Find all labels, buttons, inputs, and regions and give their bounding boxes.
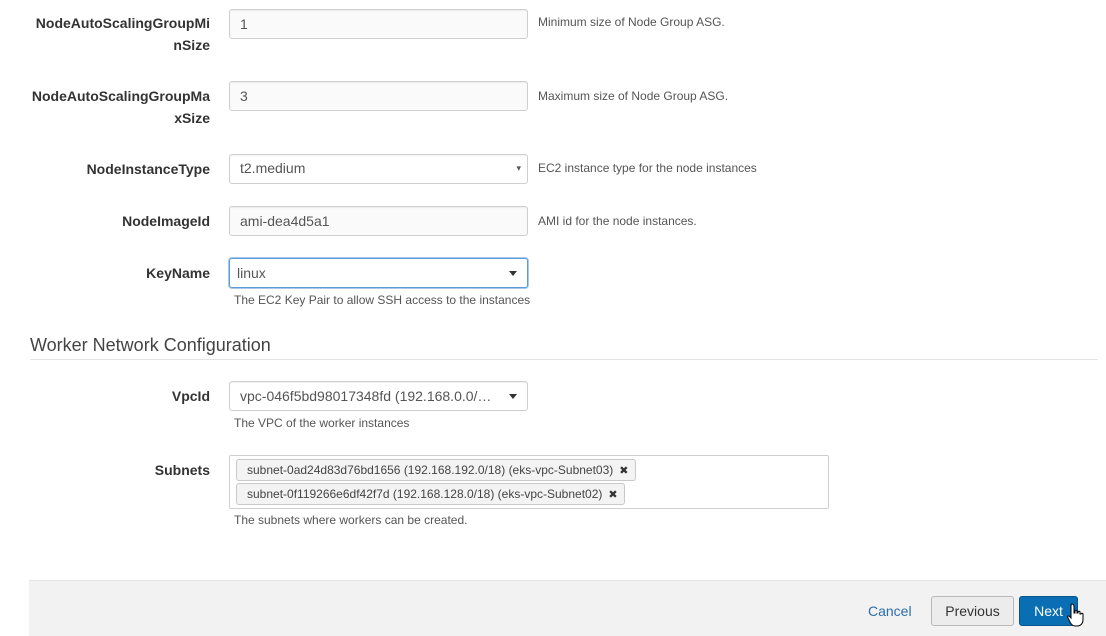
section-title: Worker Network Configuration [30,335,271,355]
vpc-id-select[interactable]: vpc-046f5bd98017348fd (192.168.0.0/1… [229,381,528,411]
field-label-asg-min: NodeAutoScalingGroupMi nSize [10,12,210,56]
field-label-instance-type: NodeInstanceType [86,161,210,177]
field-label-image-id: NodeImageId [122,213,210,229]
section-divider [30,359,1098,360]
subnets-multiselect[interactable]: subnet-0ad24d83d76bd1656 (192.168.192.0/… [229,455,829,509]
instance-type-description: EC2 instance type for the node instances [538,161,757,175]
cancel-link[interactable]: Cancel [868,602,912,620]
hand-cursor-icon [1067,603,1084,627]
input-value: ami-dea4d5a1 [240,213,330,229]
asg-max-size-input[interactable]: 3 [229,81,528,111]
field-label-key-name: KeyName [146,265,210,281]
subnet-tag: subnet-0ad24d83d76bd1656 (192.168.192.0/… [236,459,636,481]
asg-min-size-description: Minimum size of Node Group ASG. [538,15,725,29]
image-id-description: AMI id for the node instances. [538,214,697,228]
field-label-line: xSize [174,110,210,126]
select-value: vpc-046f5bd98017348fd (192.168.0.0/1… [240,388,495,404]
dropdown-caret-icon [509,394,517,399]
input-value: 3 [240,88,248,104]
key-name-description: The EC2 Key Pair to allow SSH access to … [234,293,531,307]
remove-tag-icon[interactable]: ✖ [608,489,617,501]
dropdown-caret-icon [509,271,517,276]
field-label-vpc-id: VpcId [171,388,210,404]
select-value: linux [237,265,266,281]
asg-min-size-input[interactable]: 1 [229,9,528,39]
field-label-asg-max: NodeAutoScalingGroupMa xSize [10,85,210,129]
field-label-line: nSize [173,37,210,53]
previous-button[interactable]: Previous [931,596,1014,626]
dropdown-caret-icon: ▾ [516,163,521,173]
field-label-line: NodeAutoScalingGroupMa [31,88,210,104]
asg-max-size-description: Maximum size of Node Group ASG. [538,89,729,103]
instance-type-select[interactable]: t2.medium ▾ [229,154,528,184]
field-label-subnets: Subnets [154,462,210,478]
image-id-input[interactable]: ami-dea4d5a1 [229,206,528,236]
key-name-select[interactable]: linux [229,258,528,288]
remove-tag-icon[interactable]: ✖ [619,465,628,477]
vpc-id-description: The VPC of the worker instances [234,416,410,430]
subnet-tag-label: subnet-0f119266e6df42f7d (192.168.128.0/… [247,487,603,501]
wizard-footer: Cancel Previous Next [29,580,1106,636]
select-value: t2.medium [240,160,306,176]
input-value: 1 [240,16,248,32]
subnet-tag-label: subnet-0ad24d83d76bd1656 (192.168.192.0/… [247,463,614,477]
subnet-tag: subnet-0f119266e6df42f7d (192.168.128.0/… [236,483,625,505]
field-label-line: NodeAutoScalingGroupMi [35,15,210,31]
subnets-description: The subnets where workers can be created… [234,513,468,527]
